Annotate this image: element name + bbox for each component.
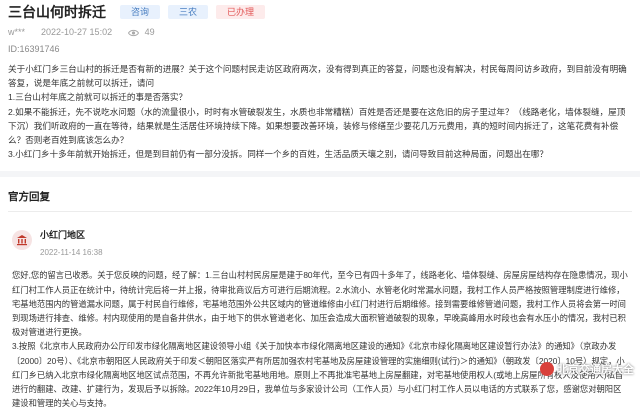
section-divider	[0, 171, 640, 178]
status-badge: 已办理	[216, 5, 266, 19]
tag-agriculture[interactable]: 三农	[168, 5, 209, 19]
title-row: 三台山何时拆迁 咨询 三农 已办理	[8, 1, 632, 23]
org-info: 小红门地区 2022-11-14 16:38	[40, 228, 103, 260]
view-count: 49	[144, 27, 155, 37]
watermark: 北京交通房大全	[540, 361, 634, 377]
eye-icon	[128, 29, 140, 36]
question-body: 关于小红门乡三台山村的拆迁是否有新的进展？关于这个问题村民走访区政府两次，没有得…	[8, 62, 632, 161]
question-line: 关于小红门乡三台山村的拆迁是否有新的进展？关于这个问题村民走访区政府两次，没有得…	[8, 64, 627, 89]
view-count-wrapper: 49	[128, 27, 155, 37]
question-line: 1.三台山村年底之前就可以拆迁的事是否落实？	[8, 92, 188, 103]
meta-row: w*** 2022-10-27 15:02 49	[8, 25, 632, 39]
tag-consult[interactable]: 咨询	[120, 5, 161, 19]
post-date: 2022-10-27 15:02	[41, 27, 113, 37]
question-line: 2.如果不能拆迁，先不说吃水问题（水的流量很小，时时有水管破裂发生，水质也非常糟…	[8, 106, 626, 146]
question-line: 3.小红门乡十多年前就开始拆迁，但是到目前仍有一部分没拆。同样一个乡的百姓，生活…	[8, 149, 548, 160]
reply-line: 3.按照《北京市人民政府办公厅印发市绿化隔离地区建设领导小组《关于加快本市绿化隔…	[12, 341, 625, 409]
watermark-logo-icon	[540, 362, 554, 376]
watermark-text: 北京交通房大全	[557, 364, 634, 376]
page: 三台山何时拆迁 咨询 三农 已办理 w*** 2022-10-27 15:02 …	[0, 1, 640, 410]
reply-section-title: 官方回复	[8, 191, 50, 204]
letter-id: ID:16391746	[8, 44, 60, 54]
reply-date: 2022-11-14 16:38	[40, 248, 103, 258]
divider-line	[8, 211, 632, 213]
page-title: 三台山何时拆迁	[8, 4, 106, 20]
reply-body: 您好,您的留言已收悉。关于您反映的问题，经了解：1.三台山村村民房屋是建于80年…	[12, 268, 632, 410]
author: w***	[8, 27, 26, 37]
org-name: 小红门地区	[40, 230, 86, 241]
government-building-icon	[12, 230, 32, 251]
reply-line: 您好,您的留言已收悉。关于您反映的问题，经了解：1.三台山村村民房屋是建于80年…	[12, 270, 628, 338]
reply-org: 小红门地区 2022-11-14 16:38	[12, 228, 632, 260]
